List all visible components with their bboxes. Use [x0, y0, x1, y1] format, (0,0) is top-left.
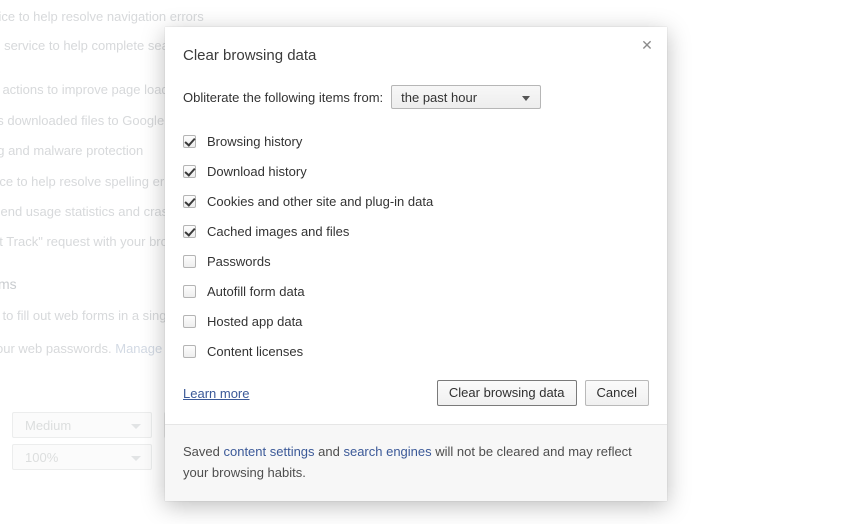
background-select-value: Medium — [25, 418, 72, 433]
checkbox-checked-icon[interactable] — [183, 224, 196, 238]
clear-browsing-data-dialog: ✕ Clear browsing data Obliterate the fol… — [165, 27, 667, 501]
checkbox-checked-icon[interactable] — [183, 164, 196, 178]
background-text-line: ot Track" request with your brow — [0, 234, 178, 249]
background-text: our web passwords. — [0, 341, 116, 356]
background-text-line: l to fill out web forms in a single — [0, 308, 177, 323]
background-manage-passwords-link[interactable]: Manage s — [115, 341, 172, 356]
checkbox-row[interactable]: Cookies and other site and plug-in data — [183, 186, 649, 216]
dialog-body: ✕ Clear browsing data Obliterate the fol… — [165, 27, 667, 424]
checkbox-row[interactable]: Content licenses — [183, 336, 649, 366]
checkbox-row[interactable]: Hosted app data — [183, 306, 649, 336]
checkbox-row[interactable]: Passwords — [183, 246, 649, 276]
dialog-footer: Saved content settings and search engine… — [165, 424, 667, 501]
checkbox-label: Autofill form data — [207, 283, 305, 299]
checkbox-checked-icon[interactable] — [183, 194, 196, 208]
background-select-2[interactable]: 100% — [12, 444, 152, 470]
checkbox-label: Passwords — [207, 253, 271, 269]
cancel-button[interactable]: Cancel — [584, 380, 649, 406]
checkbox-unchecked-icon[interactable] — [183, 344, 196, 358]
search-engines-link[interactable]: search engines — [343, 444, 431, 459]
time-range-select[interactable]: the past hour — [391, 85, 542, 109]
time-range-value: the past hour — [401, 90, 478, 105]
footer-note: Saved content settings and search engine… — [183, 441, 649, 483]
footer-middle: and — [314, 444, 344, 459]
dialog-button-group: Clear browsing data Cancel — [436, 380, 649, 406]
background-text-line: send usage statistics and crash — [0, 204, 176, 219]
close-icon[interactable]: ✕ — [636, 34, 658, 56]
dialog-title: Clear browsing data — [183, 47, 317, 64]
clear-browsing-data-button[interactable]: Clear browsing data — [436, 380, 577, 406]
content-settings-link[interactable]: content settings — [223, 444, 314, 459]
learn-more-link[interactable]: Learn more — [183, 386, 249, 401]
footer-prefix: Saved — [183, 444, 224, 459]
checkbox-row[interactable]: Download history — [183, 156, 649, 186]
background-select-1[interactable]: Medium — [12, 412, 152, 438]
chevron-down-icon — [131, 424, 141, 429]
checkbox-checked-icon[interactable] — [183, 134, 196, 148]
checkbox-row[interactable]: Cached images and files — [183, 216, 649, 246]
chevron-down-icon — [522, 96, 531, 101]
checkbox-label: Cookies and other site and plug-in data — [207, 193, 434, 209]
checkbox-label: Browsing history — [207, 133, 303, 149]
time-range-label: Obliterate the following items from: — [183, 89, 384, 105]
checkbox-unchecked-icon[interactable] — [183, 254, 196, 268]
background-text-line: on service to help complete sear — [0, 38, 174, 53]
background-section-heading: ms — [0, 276, 17, 292]
checkbox-unchecked-icon[interactable] — [183, 284, 196, 298]
background-text-line: ng and malware protection — [0, 143, 144, 158]
checkbox-label: Hosted app data — [207, 313, 303, 329]
checkbox-row[interactable]: Browsing history — [183, 126, 649, 156]
checkbox-label: Content licenses — [207, 343, 304, 359]
chevron-down-icon — [131, 456, 141, 461]
background-text-line: vice to help resolve spelling erro — [0, 174, 176, 189]
checkbox-unchecked-icon[interactable] — [183, 314, 196, 328]
background-text-line: our web passwords. Manage s — [0, 341, 172, 356]
background-text-line: rk actions to improve page load — [0, 82, 169, 97]
background-select-value: 100% — [25, 450, 59, 465]
dialog-actions: Learn more Clear browsing data Cancel — [183, 380, 649, 424]
checkbox-label: Cached images and files — [207, 223, 350, 239]
data-type-checkbox-list: Browsing history Download history Cookies … — [183, 126, 649, 366]
time-range-row: Obliterate the following items from: the… — [183, 85, 649, 109]
background-text-line: vice to help resolve navigation errors — [0, 9, 204, 24]
checkbox-row[interactable]: Autofill form data — [183, 276, 649, 306]
checkbox-label: Download history — [207, 163, 307, 179]
background-text-line: us downloaded files to Google — [0, 113, 165, 128]
